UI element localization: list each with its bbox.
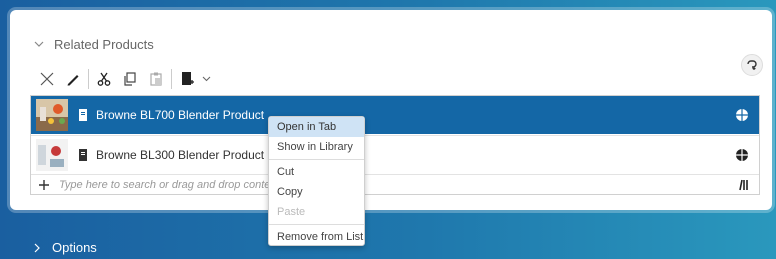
toolbar: [36, 68, 212, 90]
product-thumbnail: [36, 99, 68, 131]
chevron-down-icon: [202, 76, 210, 82]
toolbar-divider: [88, 69, 89, 89]
related-products-header[interactable]: Related Products: [34, 34, 154, 54]
document-icon: [79, 149, 87, 161]
create-document-icon: [182, 72, 194, 85]
create-document-button[interactable]: [176, 68, 198, 90]
product-thumbnail: [36, 139, 68, 171]
list-item-label: Browne BL700 Blender Product: [96, 108, 265, 122]
close-icon: [40, 72, 54, 86]
paste-icon: [150, 72, 162, 86]
chevron-right-icon: [34, 242, 44, 254]
cut-button[interactable]: [93, 68, 115, 90]
options-title: Options: [52, 240, 97, 255]
related-products-list: Browne BL700 Blender Product Browne BL30…: [30, 95, 760, 195]
context-menu: Open in Tab Show in Library Cut Copy Pas…: [268, 116, 365, 246]
menu-divider: [269, 159, 364, 160]
library-icon[interactable]: [737, 178, 751, 192]
document-icon: [79, 109, 87, 121]
copy-icon: [124, 72, 136, 86]
list-item-label: Browne BL300 Blender Product: [96, 148, 265, 162]
menu-item-copy[interactable]: Copy: [269, 182, 364, 202]
copy-button[interactable]: [119, 68, 141, 90]
edit-icon: [67, 75, 79, 86]
create-document-dropdown[interactable]: [200, 68, 212, 90]
menu-divider: [269, 224, 364, 225]
globe-icon: [736, 109, 748, 121]
cut-icon: [97, 72, 111, 86]
menu-item-remove-from-list[interactable]: Remove from List: [269, 227, 364, 247]
search-row[interactable]: Type here to search or drag and drop con…: [31, 174, 759, 194]
paste-button[interactable]: [145, 68, 167, 90]
menu-item-open-in-tab[interactable]: Open in Tab: [269, 117, 364, 137]
chevron-down-icon: [34, 38, 46, 50]
related-products-panel: Related Products Browne BL700 Blender Pr…: [10, 10, 772, 210]
section-title: Related Products: [54, 36, 154, 52]
list-item[interactable]: Browne BL700 Blender Product: [31, 96, 759, 134]
link-add-icon: [747, 60, 757, 70]
list-item[interactable]: Browne BL300 Blender Product: [31, 135, 759, 174]
edit-button[interactable]: [62, 68, 84, 90]
menu-item-paste[interactable]: Paste: [269, 202, 364, 222]
options-header[interactable]: Options: [34, 240, 97, 255]
toolbar-divider: [171, 69, 172, 89]
globe-icon: [736, 149, 748, 161]
plus-icon[interactable]: [37, 178, 51, 192]
remove-button[interactable]: [36, 68, 58, 90]
menu-item-cut[interactable]: Cut: [269, 162, 364, 182]
add-link-button[interactable]: [741, 54, 763, 76]
menu-item-show-in-library[interactable]: Show in Library: [269, 137, 364, 157]
